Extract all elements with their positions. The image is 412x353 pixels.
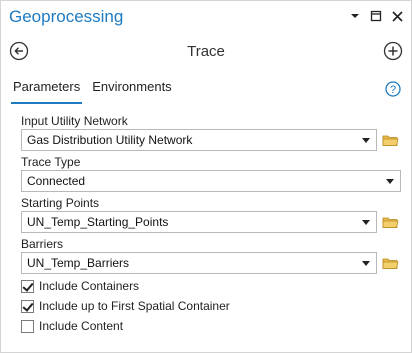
include-first-spatial-container-label: Include up to First Spatial Container [39, 299, 230, 313]
tab-parameters[interactable]: Parameters [11, 79, 83, 104]
barriers-label: Barriers [21, 237, 64, 251]
barriers-select[interactable]: UN_Temp_Barriers [21, 252, 377, 274]
starting-points-value: UN_Temp_Starting_Points [27, 215, 169, 229]
pin-icon[interactable] [370, 9, 382, 23]
starting-points-select[interactable]: UN_Temp_Starting_Points [21, 211, 377, 233]
include-containers-label: Include Containers [39, 279, 140, 293]
input-network-select[interactable]: Gas Distribution Utility Network [21, 129, 377, 151]
include-containers-checkbox[interactable] [21, 279, 34, 293]
svg-text:?: ? [390, 84, 396, 96]
include-first-spatial-container-checkbox[interactable] [21, 299, 34, 313]
tool-header: Trace [1, 37, 411, 67]
trace-type-value: Connected [27, 174, 86, 188]
include-first-spatial-container-row[interactable]: Include up to First Spatial Container [21, 298, 230, 314]
trace-type-select[interactable]: Connected [21, 170, 401, 192]
folder-icon[interactable] [382, 133, 399, 147]
trace-type-label: Trace Type [21, 155, 81, 169]
add-icon[interactable] [383, 41, 403, 61]
include-containers-row[interactable]: Include Containers [21, 278, 139, 294]
folder-icon[interactable] [382, 256, 399, 270]
input-network-label: Input Utility Network [21, 114, 128, 128]
chevron-down-icon[interactable] [362, 220, 370, 225]
geoprocessing-pane: Geoprocessing Trace Parameters Environme… [0, 0, 412, 353]
folder-icon[interactable] [382, 215, 399, 229]
tool-title: Trace [187, 43, 225, 60]
chevron-down-icon[interactable] [349, 9, 361, 23]
tab-strip: Parameters Environments [11, 79, 174, 104]
pane-title: Geoprocessing [9, 7, 124, 26]
tab-environments[interactable]: Environments [90, 79, 173, 101]
chevron-down-icon[interactable] [386, 179, 394, 184]
help-icon[interactable]: ? [385, 81, 401, 97]
close-icon[interactable] [391, 9, 403, 23]
starting-points-label: Starting Points [21, 196, 100, 210]
barriers-value: UN_Temp_Barriers [27, 256, 130, 270]
include-content-row[interactable]: Include Content [21, 318, 123, 334]
input-network-value: Gas Distribution Utility Network [27, 133, 193, 147]
chevron-down-icon[interactable] [362, 261, 370, 266]
include-content-label: Include Content [39, 319, 124, 333]
include-content-checkbox[interactable] [21, 319, 34, 333]
chevron-down-icon[interactable] [362, 138, 370, 143]
pane-titlebar: Geoprocessing [1, 1, 411, 34]
